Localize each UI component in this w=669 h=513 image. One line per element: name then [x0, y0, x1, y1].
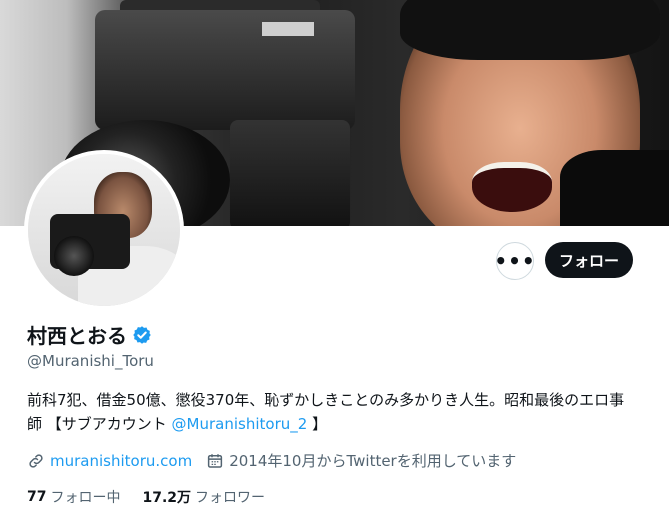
profile-stats: 77 フォロー中 17.2万 フォロワー	[27, 487, 287, 507]
profile-handle: @Muranishi_Toru	[27, 352, 154, 370]
following-count[interactable]: 77	[27, 489, 46, 505]
banner-camera-grip	[230, 120, 350, 226]
banner-camera-plate	[262, 22, 314, 36]
banner-hair	[400, 0, 660, 60]
joined-item: 2014年10月からTwitterを利用しています	[206, 450, 516, 471]
bio-mention-link[interactable]: @Muranishitoru_2	[172, 415, 308, 433]
calendar-icon	[206, 452, 224, 470]
follow-button[interactable]: フォロー	[545, 242, 633, 278]
profile-meta: muranishitoru.com 2014年10月からTwitterを利用して…	[27, 450, 530, 471]
banner-shoulder	[560, 150, 669, 226]
joined-date: 2014年10月からTwitterを利用しています	[229, 452, 517, 470]
website-item: muranishitoru.com	[27, 452, 192, 470]
followers-label[interactable]: フォロワー	[195, 487, 265, 507]
banner-mouth	[472, 162, 552, 212]
banner-camera-body	[95, 10, 355, 130]
followers-count[interactable]: 17.2万	[142, 487, 191, 507]
verified-badge-icon[interactable]	[132, 325, 152, 345]
more-button[interactable]: •••	[494, 242, 536, 280]
profile-name: 村西とおる	[27, 324, 127, 348]
name-row: 村西とおる	[27, 320, 152, 349]
website-link[interactable]: muranishitoru.com	[50, 452, 192, 470]
profile-bio: 前科7犯、借金50億、懲役370年、恥ずかしきことのみ多かりき人生。昭和最後のエ…	[27, 388, 637, 436]
following-label[interactable]: フォロー中	[50, 487, 120, 507]
more-icon: •••	[494, 249, 536, 273]
profile-avatar[interactable]	[24, 150, 184, 310]
bio-end: 】	[307, 415, 328, 433]
link-icon	[27, 452, 45, 470]
avatar-camera-lens	[54, 236, 94, 276]
